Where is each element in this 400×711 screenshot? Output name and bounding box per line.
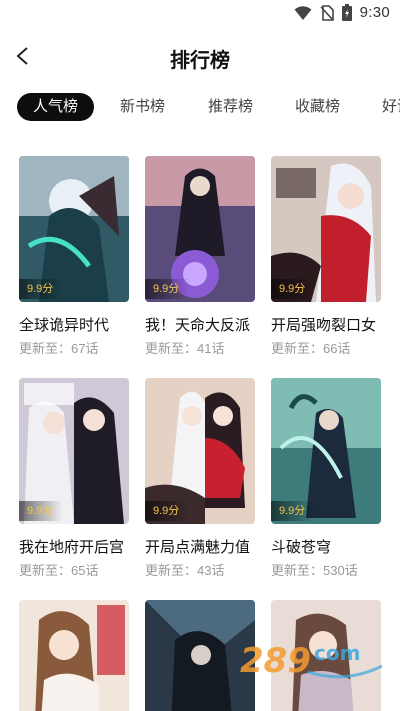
status-icons: 9:30 <box>294 4 390 21</box>
tab-popular[interactable]: 人气榜 <box>17 93 95 121</box>
comic-cover[interactable]: 9.9分 <box>271 378 381 524</box>
comic-title[interactable]: 全球诡异时代 <box>19 314 149 335</box>
comic-title[interactable]: 我！天命大反派 <box>145 314 275 335</box>
score-badge: 9.9分 <box>19 279 64 299</box>
comic-cover[interactable]: 9.9分 <box>19 156 129 302</box>
update-status: 更新至：41话 <box>145 341 225 356</box>
update-status: 更新至：66话 <box>271 341 351 356</box>
score-badge: 9.9分 <box>145 501 190 521</box>
no-sim-icon <box>320 4 334 21</box>
comic-cover[interactable]: 9.9分 <box>145 378 255 524</box>
update-status: 更新至：65话 <box>19 563 99 578</box>
comic-title[interactable]: 斗破苍穹 <box>271 536 400 557</box>
battery-icon <box>341 4 352 21</box>
score-badge: 9.9分 <box>271 501 316 521</box>
page-title: 排行榜 <box>170 50 230 72</box>
wifi-icon <box>294 5 312 20</box>
update-status: 更新至：530话 <box>271 563 358 578</box>
svg-text:289: 289 <box>240 641 311 681</box>
score-badge: 9.9分 <box>271 279 316 299</box>
comic-cover[interactable]: 9.9分 <box>271 156 381 302</box>
watermark-logo: 289 com <box>236 630 386 690</box>
tab-new-books[interactable]: 新书榜 <box>120 93 165 121</box>
status-bar: 9:30 <box>0 0 400 28</box>
tab-favorites[interactable]: 收藏榜 <box>295 93 340 121</box>
score-badge: 9.9分 <box>145 279 190 299</box>
comic-title[interactable]: 开局强吻裂口女 <box>271 314 400 335</box>
comic-cover[interactable] <box>19 600 129 711</box>
header: 排行榜 <box>0 34 400 78</box>
comic-title[interactable]: 开局点满魅力值 <box>145 536 275 557</box>
ranking-tabs: 人气榜 新书榜 推荐榜 收藏榜 好评 <box>0 93 400 121</box>
status-time: 9:30 <box>359 4 390 21</box>
svg-text:com: com <box>314 641 360 665</box>
tab-good-reviews[interactable]: 好评 <box>382 93 400 121</box>
tab-recommended[interactable]: 推荐榜 <box>208 93 253 121</box>
update-status: 更新至：67话 <box>19 341 99 356</box>
score-badge: 9.9分 <box>19 501 64 521</box>
comic-cover[interactable]: 9.9分 <box>145 156 255 302</box>
comic-title[interactable]: 我在地府开后宫 <box>19 536 149 557</box>
update-status: 更新至：43话 <box>145 563 225 578</box>
comic-cover[interactable]: 9.9分 <box>19 378 129 524</box>
